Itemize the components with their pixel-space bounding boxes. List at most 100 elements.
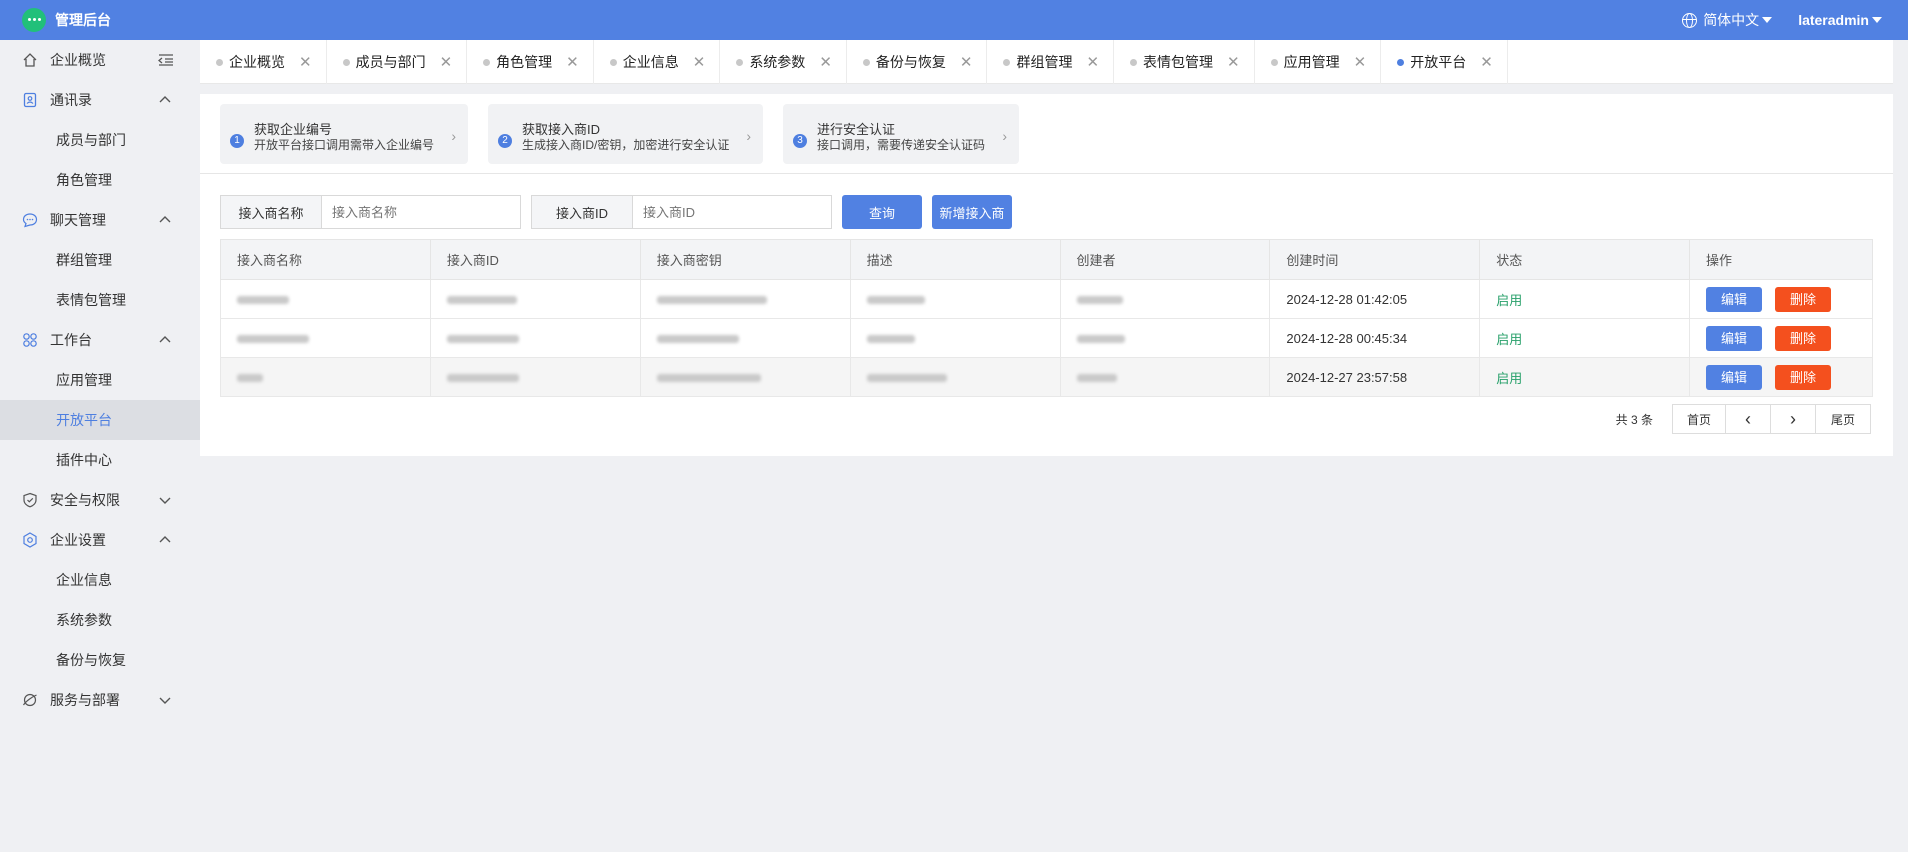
tab-dot-icon [1397, 58, 1405, 66]
close-icon[interactable]: ✕ [1354, 53, 1367, 71]
edit-button[interactable]: 编辑 [1706, 325, 1763, 351]
sidebar-item-enterprise-info[interactable]: 企业信息 [0, 560, 200, 600]
tab-dot-icon [483, 58, 491, 66]
sidebar-item-contacts[interactable]: 通讯录 [0, 80, 200, 120]
close-icon[interactable]: ✕ [960, 53, 973, 71]
sidebar: 企业概览 通讯录 成员与部门 角色管理 聊天管理 群组管理 表情包管理 工作台 … [0, 40, 200, 852]
redacted-value [656, 374, 761, 383]
globe-icon[interactable] [1682, 12, 1698, 28]
prev-page-button[interactable]: ‹ [1725, 404, 1771, 434]
sidebar-item-label: 通讯录 [50, 92, 92, 108]
delete-button[interactable]: 删除 [1775, 286, 1832, 312]
id-filter-input[interactable] [633, 195, 832, 229]
step-number: 1 [230, 134, 244, 148]
redacted-value [237, 335, 309, 344]
name-filter-input[interactable] [322, 195, 521, 229]
sidebar-item-workbench[interactable]: 工作台 [0, 320, 200, 360]
chevron-right-icon: › [451, 128, 456, 144]
table-row: 2024-12-27 23:57:58 启用 编辑 删除 [220, 357, 1873, 397]
delete-button[interactable]: 删除 [1775, 325, 1832, 351]
edit-button[interactable]: 编辑 [1706, 286, 1763, 312]
status-badge: 启用 [1496, 292, 1523, 308]
tab-dot-icon [342, 58, 350, 66]
query-button[interactable]: 查询 [842, 195, 922, 229]
sidebar-item-system-params[interactable]: 系统参数 [0, 600, 200, 640]
table-row: 2024-12-28 01:42:05 启用 编辑 删除 [220, 279, 1873, 319]
sidebar-item-enterprise-settings[interactable]: 企业设置 [0, 520, 200, 560]
tab-backup[interactable]: 备份与恢复 ✕ [847, 40, 988, 84]
redacted-value [656, 335, 739, 344]
tab-overview[interactable]: 企业概览 ✕ [200, 40, 327, 84]
edit-button[interactable]: 编辑 [1706, 364, 1763, 390]
tab-dot-icon [216, 58, 223, 66]
language-selector[interactable]: 简体中文 [1703, 10, 1759, 30]
chevron-up-icon [158, 333, 172, 347]
step-number: 3 [793, 134, 807, 148]
tab-dot-icon [1270, 58, 1278, 66]
sidebar-item-chat[interactable]: 聊天管理 [0, 200, 200, 240]
service-icon [22, 692, 38, 708]
next-page-button[interactable]: › [1770, 404, 1816, 434]
redacted-value [1076, 335, 1125, 344]
close-icon[interactable]: ✕ [440, 53, 453, 71]
close-icon[interactable]: ✕ [299, 53, 312, 71]
step-description: 生成接入商ID/密钥，加密进行安全认证 [522, 138, 730, 152]
collapse-menu-icon[interactable] [157, 52, 174, 68]
chevron-down-icon[interactable] [1762, 17, 1773, 23]
sidebar-item-groups[interactable]: 群组管理 [0, 240, 200, 280]
redacted-value [237, 374, 263, 383]
sidebar-item-roles[interactable]: 角色管理 [0, 160, 200, 200]
close-icon[interactable]: ✕ [819, 53, 832, 71]
chevron-down-icon [158, 493, 172, 507]
redacted-value [866, 374, 947, 383]
column-header: 创建者 [1059, 239, 1271, 280]
tab-label: 角色管理 [496, 54, 553, 70]
top-header: 管理后台 简体中文 lateradmin [0, 0, 1908, 40]
column-header: 操作 [1689, 239, 1873, 280]
redacted-value [446, 374, 519, 383]
last-page-button[interactable]: 尾页 [1815, 404, 1871, 434]
home-icon [22, 52, 38, 68]
tab-dot-icon [1003, 58, 1011, 66]
tab-apps[interactable]: 应用管理 ✕ [1255, 40, 1382, 84]
chat-icon [22, 212, 38, 228]
sidebar-item-stickers[interactable]: 表情包管理 [0, 280, 200, 320]
redacted-value [1076, 374, 1117, 383]
sidebar-item-overview[interactable]: 企业概览 [0, 40, 200, 80]
sidebar-item-label: 表情包管理 [56, 292, 126, 308]
add-provider-button[interactable]: 新增接入商 [932, 195, 1012, 229]
tab-groups[interactable]: 群组管理 ✕ [987, 40, 1115, 84]
tab-dot-icon [862, 58, 870, 66]
first-page-button[interactable]: 首页 [1672, 404, 1726, 434]
tab-enterprise-info[interactable]: 企业信息 ✕ [594, 40, 721, 84]
sidebar-item-label: 工作台 [50, 332, 92, 348]
tab-members[interactable]: 成员与部门 ✕ [327, 40, 468, 84]
close-icon[interactable]: ✕ [1227, 53, 1240, 71]
sidebar-item-security[interactable]: 安全与权限 [0, 480, 200, 520]
close-icon[interactable]: ✕ [1086, 53, 1099, 71]
delete-button[interactable]: 删除 [1775, 364, 1832, 390]
provider-table: 接入商名称 接入商ID 接入商密钥 描述 创建者 创建时间 状态 操作 2024… [220, 239, 1873, 397]
step-card: 1 获取企业编号 开放平台接口调用需带入企业编号 › [220, 104, 468, 164]
main-panel: 1 获取企业编号 开放平台接口调用需带入企业编号 › 2 获取接入商ID 生成接… [200, 94, 1893, 456]
tab-open-platform[interactable]: 开放平台 ✕ [1381, 40, 1508, 84]
tab-stickers[interactable]: 表情包管理 ✕ [1114, 40, 1255, 84]
tab-label: 企业信息 [622, 54, 679, 70]
sidebar-item-open-platform[interactable]: 开放平台 [0, 400, 200, 440]
sidebar-item-label: 开放平台 [56, 412, 112, 428]
sidebar-item-backup[interactable]: 备份与恢复 [0, 640, 200, 680]
user-menu[interactable]: lateradmin [1798, 12, 1869, 28]
close-icon[interactable]: ✕ [693, 53, 706, 71]
tab-roles[interactable]: 角色管理 ✕ [467, 40, 594, 84]
logo-icon [22, 8, 46, 32]
sidebar-item-members[interactable]: 成员与部门 [0, 120, 200, 160]
tab-system-params[interactable]: 系统参数 ✕ [720, 40, 847, 84]
close-icon[interactable]: ✕ [1480, 53, 1493, 71]
column-header: 接入商密钥 [639, 239, 851, 280]
sidebar-item-services[interactable]: 服务与部署 [0, 680, 200, 720]
close-icon[interactable]: ✕ [566, 53, 579, 71]
sidebar-item-apps[interactable]: 应用管理 [0, 360, 200, 400]
chevron-down-icon[interactable] [1872, 17, 1882, 23]
sidebar-item-plugins[interactable]: 插件中心 [0, 440, 200, 480]
tab-dot-icon [609, 58, 617, 66]
